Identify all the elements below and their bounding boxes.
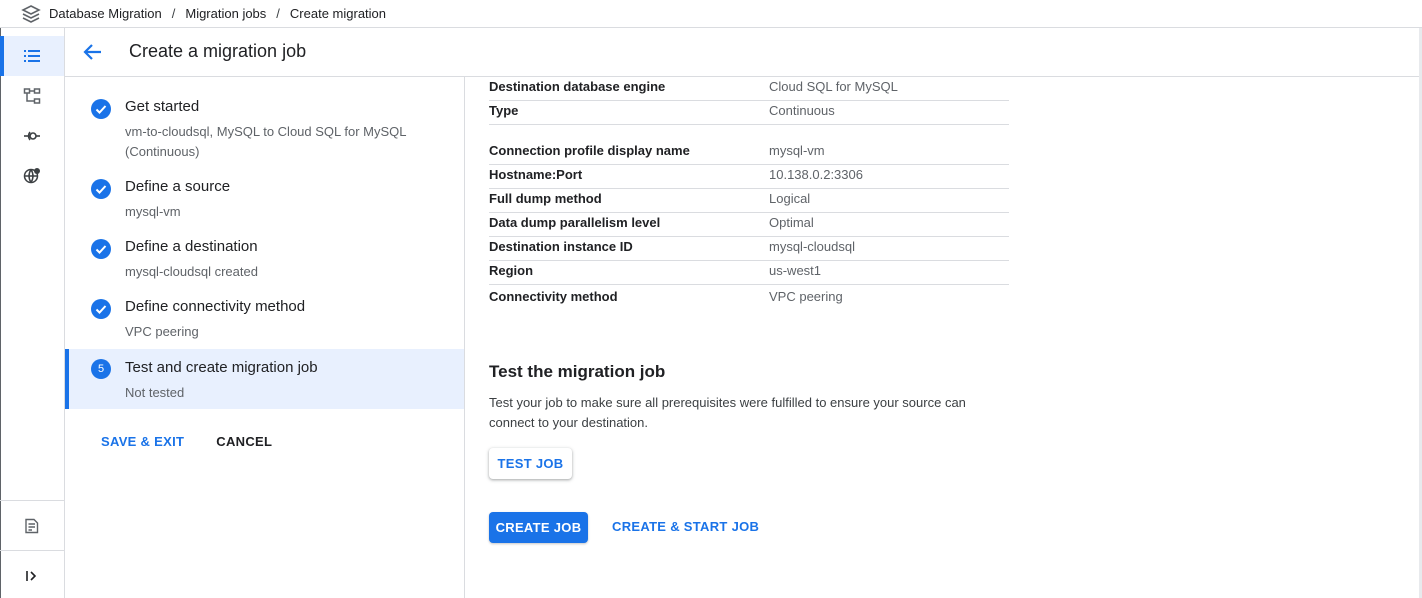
step-title: Define a destination xyxy=(125,238,258,255)
save-exit-button[interactable]: SAVE & EXIT xyxy=(101,434,184,449)
breadcrumb-current: Create migration xyxy=(289,6,387,21)
summary-value: Logical xyxy=(769,191,811,206)
step-title: Define connectivity method xyxy=(125,298,306,315)
summary-value: Continuous xyxy=(769,103,835,118)
create-start-job-button[interactable]: CREATE & START JOB xyxy=(612,519,759,534)
rail-divider xyxy=(0,500,64,501)
step-number-badge: 5 xyxy=(91,359,111,379)
cancel-button[interactable]: CANCEL xyxy=(216,434,272,449)
connection-profiles-icon xyxy=(23,88,41,104)
summary-row: Type Continuous xyxy=(489,101,1009,125)
step-description: VPC peering xyxy=(125,324,199,339)
step-get-started[interactable]: Get started vm-to-cloudsql, MySQL to Clo… xyxy=(65,77,464,159)
step-define-source[interactable]: Define a source mysql-vm xyxy=(65,157,464,219)
summary-value: mysql-vm xyxy=(769,143,825,158)
summary-key: Full dump method xyxy=(489,191,602,206)
page-header: Create a migration job xyxy=(65,28,1420,77)
check-circle-icon xyxy=(91,179,111,199)
rail-item-expand-menu[interactable] xyxy=(0,556,64,596)
step-test-and-create[interactable]: 5 Test and create migration job Not test… xyxy=(65,349,464,409)
summary-key: Type xyxy=(489,103,519,118)
network-globe-icon xyxy=(23,168,40,184)
check-circle-icon xyxy=(91,99,111,119)
test-section-title: Test the migration job xyxy=(489,362,666,381)
summary-value: mysql-cloudsql xyxy=(769,239,855,254)
breadcrumb-separator: / xyxy=(171,6,176,21)
summary-value: Cloud SQL for MySQL xyxy=(769,79,898,94)
page-title: Create a migration job xyxy=(129,41,307,61)
breadcrumb-migration-jobs[interactable]: Migration jobs xyxy=(185,6,266,21)
summary-row: Region us-west1 xyxy=(489,261,1009,285)
check-circle-icon xyxy=(91,239,111,259)
step-title: Define a source xyxy=(125,178,231,195)
summary-row: Data dump parallelism level Optimal xyxy=(489,213,1009,237)
list-icon xyxy=(24,50,40,62)
summary-value: Optimal xyxy=(769,215,814,230)
stepper-panel: Get started vm-to-cloudsql, MySQL to Clo… xyxy=(65,77,465,598)
private-connectivity-icon xyxy=(24,131,40,141)
test-job-button[interactable]: TEST JOB xyxy=(489,448,572,479)
back-arrow-icon[interactable] xyxy=(82,41,104,63)
summary-key: Region xyxy=(489,263,534,278)
rail-item-migration-jobs[interactable] xyxy=(0,36,64,76)
nav-rail xyxy=(0,28,65,598)
summary-value: us-west1 xyxy=(769,263,822,278)
release-notes-icon xyxy=(25,518,39,534)
summary-key: Connection profile display name xyxy=(489,143,690,158)
summary-row: Full dump method Logical xyxy=(489,189,1009,213)
summary-key: Destination instance ID xyxy=(489,239,633,254)
step-description: vm-to-cloudsql, MySQL to Cloud SQL for M… xyxy=(125,124,407,159)
rail-item-networking[interactable] xyxy=(0,156,64,196)
database-migration-logo-icon xyxy=(21,5,41,23)
breadcrumb-separator: / xyxy=(276,6,280,21)
summary-key: Hostname:Port xyxy=(489,167,583,182)
summary-key: Data dump parallelism level xyxy=(489,215,661,230)
summary-row: Connectivity method VPC peering xyxy=(489,287,1009,311)
step-connectivity-method[interactable]: Define connectivity method VPC peering xyxy=(65,277,464,339)
top-bar: Database Migration / Migration jobs / Cr… xyxy=(0,0,1422,28)
summary-row: Hostname:Port 10.138.0.2:3306 xyxy=(489,165,1009,189)
step-title: Test and create migration job xyxy=(125,359,318,376)
breadcrumb-app[interactable]: Database Migration xyxy=(49,6,162,21)
summary-value: VPC peering xyxy=(769,289,843,304)
rail-item-connection-profiles[interactable] xyxy=(0,76,64,116)
summary-value: 10.138.0.2:3306 xyxy=(769,167,863,182)
step-define-destination[interactable]: Define a destination mysql-cloudsql crea… xyxy=(65,217,464,279)
breadcrumb: Database Migration / Migration jobs / Cr… xyxy=(49,6,386,21)
create-job-button[interactable]: CREATE JOB xyxy=(489,512,588,543)
summary-row: Destination database engine Cloud SQL fo… xyxy=(489,77,1009,101)
summary-key: Destination database engine xyxy=(489,79,666,94)
step-title: Get started xyxy=(125,98,200,115)
summary-key: Connectivity method xyxy=(489,289,618,304)
summary-row: Connection profile display name mysql-vm xyxy=(489,141,1009,165)
step-description: Not tested xyxy=(125,385,185,400)
check-circle-icon xyxy=(91,299,111,319)
expand-menu-icon xyxy=(26,571,37,581)
test-section-description: Test your job to make sure all prerequis… xyxy=(489,395,966,430)
rail-item-release-notes[interactable] xyxy=(0,506,64,546)
stepper-actions: SAVE & EXIT CANCEL xyxy=(101,434,272,449)
rail-divider xyxy=(0,550,64,551)
rail-item-private-connectivity[interactable] xyxy=(0,116,64,156)
summary-row: Destination instance ID mysql-cloudsql xyxy=(489,237,1009,261)
